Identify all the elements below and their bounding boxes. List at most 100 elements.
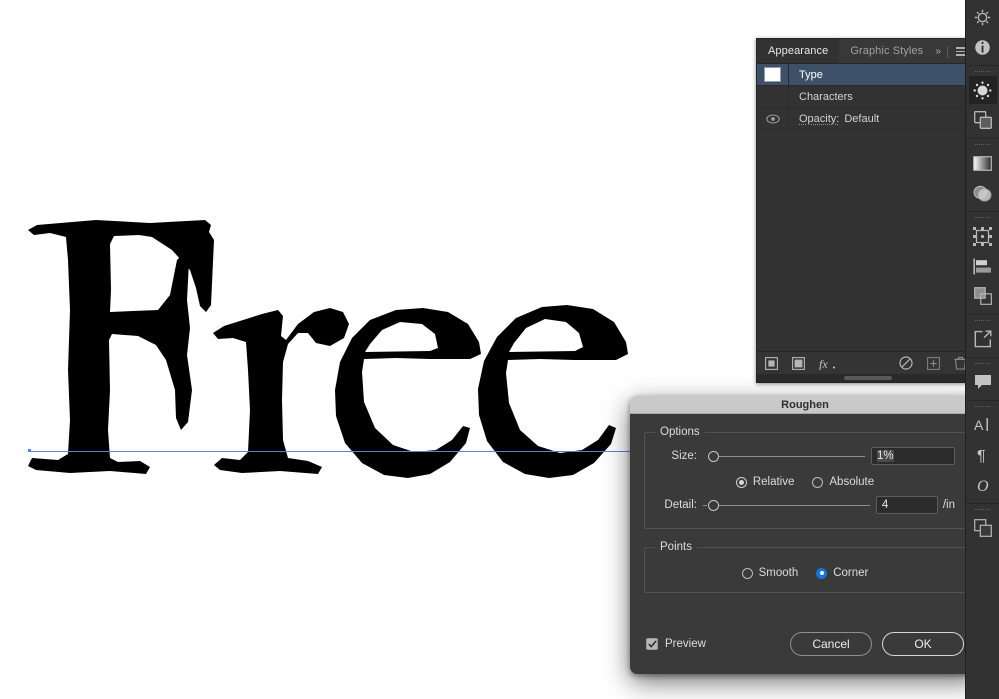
preview-checkbox-label: Preview (665, 638, 706, 650)
corner-radio-dot[interactable] (816, 567, 828, 579)
svg-text:A: A (974, 417, 984, 433)
smooth-radio-dot[interactable] (741, 567, 753, 579)
corner-radio[interactable]: Corner (816, 567, 868, 579)
points-radios[interactable]: Smooth Corner (655, 562, 955, 584)
size-mode-radios[interactable]: Relative Absolute (655, 471, 955, 493)
rail-group-6 (965, 358, 999, 401)
free-text-vector (28, 220, 628, 478)
relative-radio[interactable]: Relative (735, 476, 795, 488)
scrollbar-thumb[interactable] (844, 376, 893, 380)
svg-text:¶: ¶ (977, 448, 986, 463)
detail-label: Detail: (664, 499, 697, 511)
options-group-label: Options (660, 426, 700, 438)
transform-icon[interactable] (969, 222, 997, 250)
fill-color-swatch[interactable] (764, 67, 781, 82)
detail-unit-label: /in (942, 499, 955, 511)
appearance-item-list[interactable]: Type Characters Opacity: Default (757, 64, 975, 351)
add-new-fill-icon[interactable] (792, 356, 805, 370)
appearance-panel-tabs[interactable]: Appearance Graphic Styles » (757, 39, 975, 64)
absolute-radio-dot[interactable] (812, 476, 824, 488)
size-slider-knob[interactable] (708, 450, 719, 462)
detail-input-value: 4 (881, 499, 889, 511)
size-input-value: 1% (877, 450, 894, 462)
dialog-title-bar[interactable]: Roughen (630, 396, 980, 414)
tab-appearance[interactable]: Appearance (757, 39, 840, 63)
gradient-icon[interactable] (969, 149, 997, 177)
flow-settings-icon[interactable] (969, 3, 997, 31)
layers-icon[interactable] (969, 514, 997, 542)
size-row: Size: 1% (655, 444, 955, 468)
appearance-panel-footer[interactable]: fx (757, 351, 975, 374)
rail-grip-6[interactable] (974, 362, 991, 366)
svg-text:O: O (977, 478, 989, 493)
info-icon[interactable] (969, 33, 997, 61)
tab-graphic-styles-label: Graphic Styles (850, 45, 924, 57)
pathfinder-icon[interactable] (969, 282, 997, 310)
appearance-panel-scrollbar[interactable] (757, 374, 975, 382)
relative-radio-dot[interactable] (735, 476, 747, 488)
comments-icon[interactable] (969, 368, 997, 396)
illustrator-window: Appearance Graphic Styles » Type Charact… (0, 0, 999, 699)
character-icon[interactable]: A (969, 411, 997, 439)
tab-appearance-label: Appearance (768, 45, 829, 57)
check-icon (647, 640, 657, 648)
add-new-effect-icon[interactable]: fx (819, 357, 837, 370)
rail-grip-2[interactable] (974, 70, 991, 74)
appearance-row-opacity[interactable]: Opacity: Default (757, 107, 975, 130)
transparency-icon[interactable] (969, 179, 997, 207)
appearance-row-opacity-value[interactable]: Default (839, 113, 879, 125)
rail-grip-5[interactable] (974, 319, 991, 323)
detail-input[interactable]: 4 (875, 496, 938, 514)
appearance-panel[interactable]: Appearance Graphic Styles » Type Charact… (756, 38, 976, 383)
align-icon[interactable] (969, 252, 997, 280)
smooth-radio-label: Smooth (758, 567, 799, 579)
swatches-icon[interactable] (969, 106, 997, 134)
characters-swatch-cell (757, 85, 789, 108)
dialog-body: Options Size: 1% Relative Absolute Detai… (630, 414, 980, 622)
appearance-row-opacity-label[interactable]: Opacity: (789, 113, 839, 125)
eye-icon (765, 113, 780, 124)
appearance-row-characters[interactable]: Characters (757, 85, 975, 108)
smooth-radio[interactable]: Smooth (741, 567, 799, 579)
paragraph-icon[interactable]: ¶ (969, 441, 997, 469)
collapse-panel-icon[interactable]: » (933, 46, 942, 57)
appearance-row-type[interactable]: Type (757, 64, 975, 86)
tab-graphic-styles[interactable]: Graphic Styles (839, 39, 934, 63)
detail-row: Detail: 4 /in (655, 493, 955, 517)
svg-text:fx: fx (819, 357, 828, 370)
roughen-dialog[interactable]: Roughen Options Size: 1% Relative Absolu… (630, 396, 980, 674)
cancel-button[interactable]: Cancel (790, 632, 872, 656)
detail-slider[interactable] (703, 495, 870, 515)
absolute-radio[interactable]: Absolute (812, 476, 874, 488)
dialog-title: Roughen (781, 398, 829, 411)
relative-radio-label: Relative (752, 476, 795, 488)
rail-grip-3[interactable] (974, 143, 991, 147)
rail-grip-4[interactable] (974, 216, 991, 220)
glyphs-icon[interactable]: O (969, 471, 997, 499)
preview-checkbox-box[interactable] (646, 638, 658, 650)
visibility-toggle[interactable] (757, 107, 789, 130)
export-asset-icon[interactable] (969, 325, 997, 353)
roughened-text-artwork[interactable] (0, 140, 700, 500)
clear-appearance-icon[interactable] (899, 356, 913, 370)
rail-grip-7[interactable] (974, 405, 991, 409)
duplicate-selected-item-icon[interactable] (927, 356, 940, 370)
rail-group-7: A ¶ O (965, 401, 999, 504)
baseline-anchor-point[interactable] (28, 449, 31, 452)
ok-button[interactable]: OK (882, 632, 964, 656)
points-group-label: Points (660, 541, 692, 553)
add-new-stroke-icon[interactable] (765, 356, 778, 370)
points-group: Points Smooth Corner (644, 541, 966, 593)
panel-icon-rail[interactable]: A ¶ O (965, 0, 999, 699)
size-input[interactable]: 1% (871, 447, 955, 465)
type-swatch-cell[interactable] (757, 64, 789, 86)
rail-group-8 (966, 504, 999, 546)
rail-grip-8[interactable] (974, 508, 991, 512)
size-label: Size: (671, 450, 697, 462)
tab-tools-divider (947, 45, 948, 58)
detail-slider-knob[interactable] (708, 499, 719, 511)
size-slider[interactable] (703, 446, 865, 466)
preview-checkbox[interactable]: Preview (646, 638, 706, 650)
color-guide-icon[interactable] (968, 76, 997, 104)
rail-group-4 (965, 212, 999, 315)
